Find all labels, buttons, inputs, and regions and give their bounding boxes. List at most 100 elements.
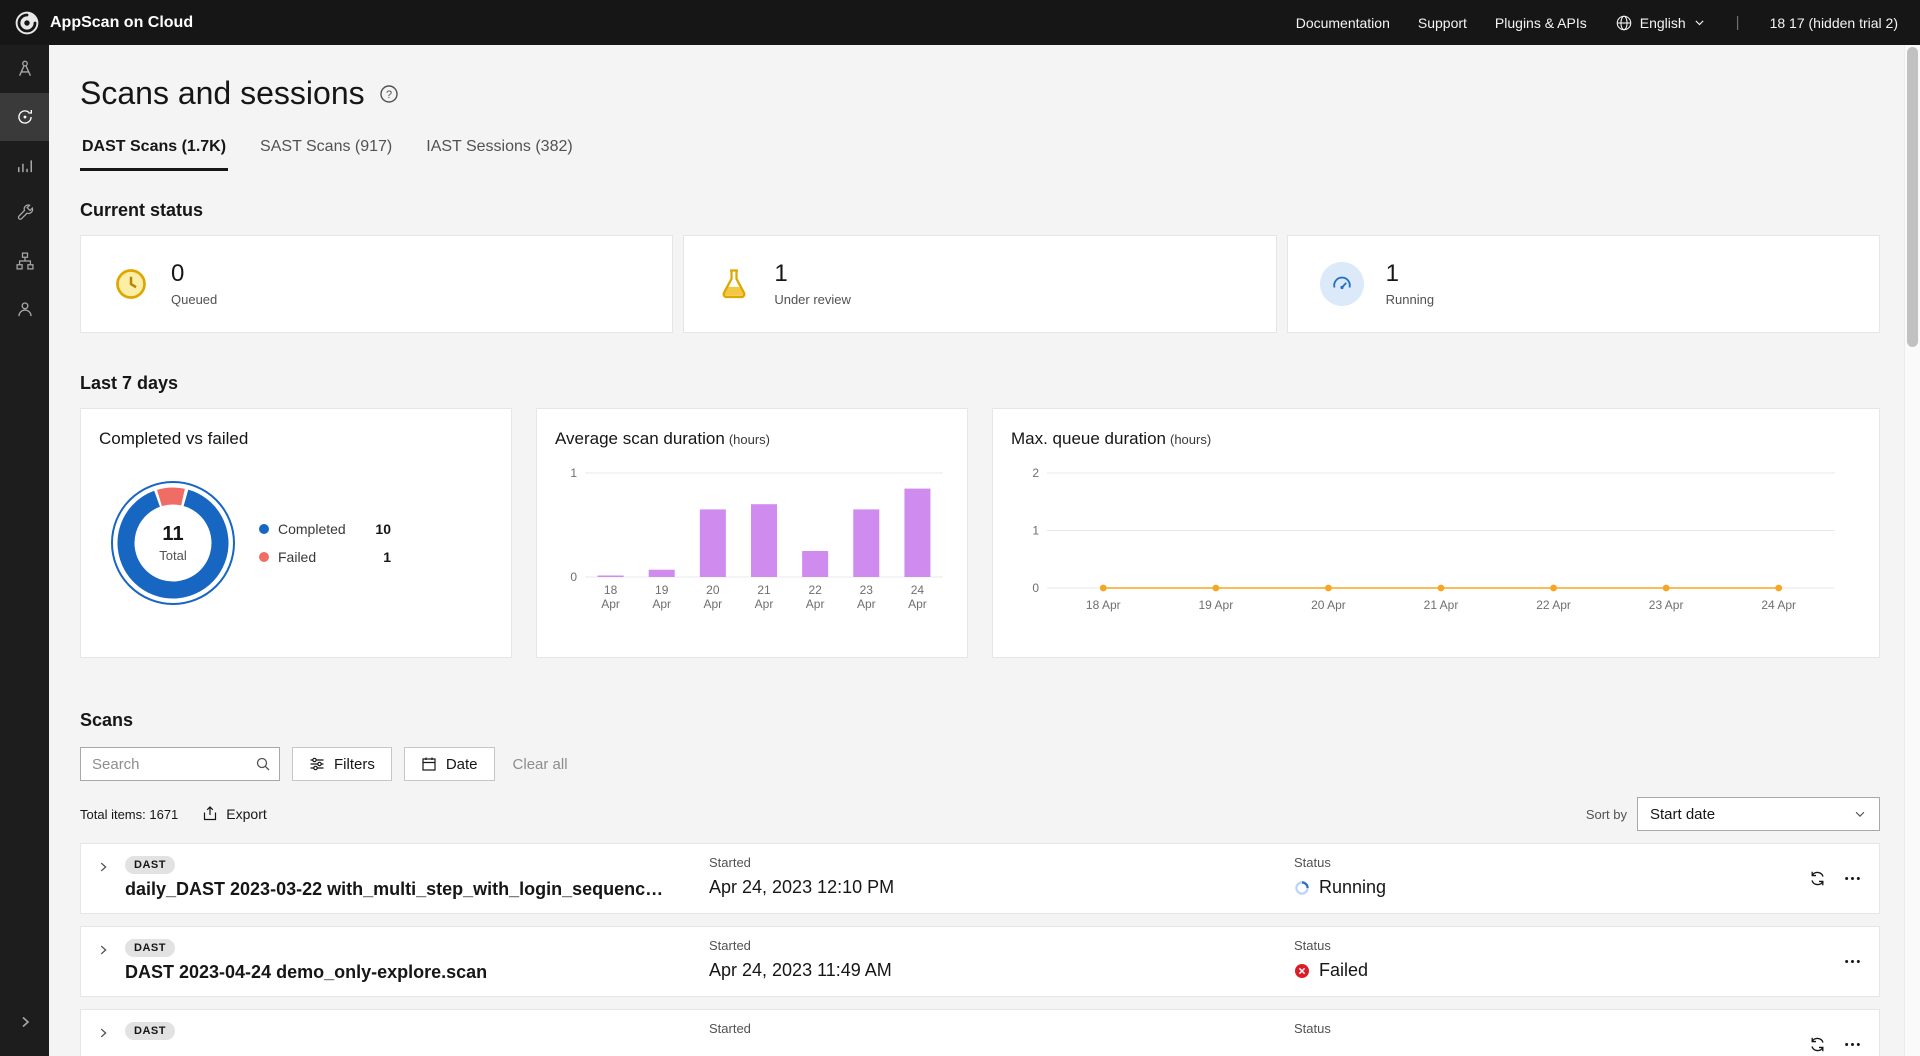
app-brand: AppScan on Cloud bbox=[14, 10, 193, 36]
scan-rows: DAST daily_DAST 2023-03-22 with_multi_st… bbox=[80, 843, 1880, 1056]
search-box bbox=[80, 747, 280, 781]
language-selector[interactable]: English bbox=[1615, 14, 1706, 32]
table-row[interactable]: DAST DAST 2023-04-24 demo_only-explore.s… bbox=[80, 926, 1880, 997]
scan-type-badge: DAST bbox=[125, 1022, 175, 1040]
nav-documentation[interactable]: Documentation bbox=[1296, 15, 1390, 31]
scans-meta-row: Total items: 1671 Export Sort by Start d… bbox=[80, 797, 1880, 831]
row-expand-chevron[interactable] bbox=[81, 1010, 125, 1056]
status-cell: Status bbox=[1294, 1010, 1783, 1056]
sidebar-item-reports[interactable] bbox=[0, 141, 49, 189]
scrollbar-thumb[interactable] bbox=[1907, 47, 1918, 347]
chevron-right-icon bbox=[17, 1014, 33, 1030]
bar-chart-title: Average scan duration(hours) bbox=[555, 429, 949, 449]
svg-text:0: 0 bbox=[1032, 581, 1039, 595]
scan-name[interactable]: DAST 2023-04-24 demo_only-explore.scan bbox=[125, 962, 685, 983]
tab-iast-sessions[interactable]: IAST Sessions (382) bbox=[424, 138, 574, 171]
svg-text:20 Apr: 20 Apr bbox=[1311, 598, 1346, 612]
svg-text:24: 24 bbox=[911, 583, 925, 597]
svg-text:23: 23 bbox=[860, 583, 874, 597]
globe-icon bbox=[1615, 14, 1633, 32]
scan-type-badge: DAST bbox=[125, 939, 175, 957]
avg-scan-duration-card: Average scan duration(hours) 0118Apr19Ap… bbox=[536, 408, 968, 658]
svg-text:0: 0 bbox=[570, 570, 577, 584]
rescan-button[interactable] bbox=[1809, 1036, 1826, 1053]
status-cell: Status Failed bbox=[1294, 927, 1783, 996]
app-title: AppScan on Cloud bbox=[50, 14, 193, 32]
svg-text:1: 1 bbox=[570, 466, 577, 480]
bar-chart-icon bbox=[15, 155, 35, 175]
vertical-scrollbar[interactable] bbox=[1904, 45, 1920, 1056]
last7days-cards: Completed vs failed 11 Total Completed 1… bbox=[80, 408, 1880, 658]
svg-text:?: ? bbox=[386, 89, 392, 101]
clear-all-link[interactable]: Clear all bbox=[513, 756, 568, 773]
under-review-count: 1 bbox=[774, 261, 851, 287]
help-icon[interactable]: ? bbox=[379, 84, 399, 104]
topbar: AppScan on Cloud Documentation Support P… bbox=[0, 0, 1920, 45]
row-overflow-menu-button[interactable] bbox=[1844, 953, 1861, 970]
running-spinner-icon bbox=[1294, 880, 1310, 896]
refresh-icon bbox=[1809, 870, 1826, 887]
rescan-button[interactable] bbox=[1809, 870, 1826, 887]
overflow-menu-icon bbox=[1844, 953, 1861, 970]
running-card: 1 Running bbox=[1287, 235, 1880, 333]
sidebar-item-profile[interactable] bbox=[0, 285, 49, 333]
started-cell: Started Apr 24, 2023 12:10 PM bbox=[709, 844, 1294, 913]
row-expand-chevron[interactable] bbox=[81, 844, 125, 913]
completed-failed-donut bbox=[93, 463, 253, 623]
max-queue-duration-card: Max. queue duration(hours) 01218 Apr19 A… bbox=[992, 408, 1880, 658]
row-overflow-menu-button[interactable] bbox=[1844, 1036, 1861, 1053]
calendar-icon bbox=[421, 756, 437, 772]
svg-text:Apr: Apr bbox=[755, 597, 774, 611]
overflow-menu-icon bbox=[1844, 870, 1861, 887]
completed-failed-donut-wrap: 11 Total bbox=[93, 463, 253, 623]
applications-icon bbox=[15, 59, 35, 79]
scan-name[interactable]: daily_DAST 2023-03-22 with_multi_step_wi… bbox=[125, 879, 685, 900]
tab-sast-scans[interactable]: SAST Scans (917) bbox=[258, 138, 394, 171]
sort-select-value: Start date bbox=[1650, 806, 1715, 823]
svg-text:2: 2 bbox=[1032, 466, 1039, 480]
svg-text:21: 21 bbox=[757, 583, 771, 597]
nav-support[interactable]: Support bbox=[1418, 15, 1467, 31]
row-actions bbox=[1783, 1010, 1879, 1056]
scan-type-badge: DAST bbox=[125, 856, 175, 874]
export-button[interactable]: Export bbox=[202, 806, 266, 822]
table-row[interactable]: DAST Started Status bbox=[80, 1009, 1880, 1056]
failed-dot bbox=[259, 552, 269, 562]
sidebar-item-scans[interactable] bbox=[0, 93, 49, 141]
page-title: Scans and sessions bbox=[80, 75, 365, 112]
row-expand-chevron[interactable] bbox=[81, 927, 125, 996]
donut-legend: Completed 10 Failed 1 bbox=[259, 521, 391, 565]
last7days-heading: Last 7 days bbox=[80, 373, 1880, 394]
scan-type-tabs: DAST Scans (1.7K) SAST Scans (917) IAST … bbox=[80, 138, 1880, 171]
table-row[interactable]: DAST daily_DAST 2023-03-22 with_multi_st… bbox=[80, 843, 1880, 914]
row-actions bbox=[1783, 844, 1879, 913]
row-actions bbox=[1783, 927, 1879, 996]
failed-icon bbox=[1294, 963, 1310, 979]
running-count: 1 bbox=[1386, 261, 1434, 287]
row-overflow-menu-button[interactable] bbox=[1844, 870, 1861, 887]
svg-text:Apr: Apr bbox=[857, 597, 876, 611]
wrench-icon bbox=[15, 203, 35, 223]
filters-button[interactable]: Filters bbox=[292, 747, 392, 781]
clock-icon bbox=[113, 266, 149, 302]
completed-dot bbox=[259, 524, 269, 534]
svg-text:18 Apr: 18 Apr bbox=[1086, 598, 1121, 612]
legend-item-completed: Completed 10 bbox=[259, 521, 391, 537]
sidebar-item-tools[interactable] bbox=[0, 189, 49, 237]
sidebar-item-organization[interactable] bbox=[0, 237, 49, 285]
search-input[interactable] bbox=[80, 747, 280, 781]
topbar-nav: Documentation Support Plugins & APIs Eng… bbox=[1296, 14, 1898, 32]
account-label[interactable]: 18 17 (hidden trial 2) bbox=[1770, 15, 1898, 31]
chevron-down-icon bbox=[1693, 16, 1706, 29]
sidebar-expand-button[interactable] bbox=[0, 998, 49, 1046]
nav-plugins-apis[interactable]: Plugins & APIs bbox=[1495, 15, 1587, 31]
sitemap-icon bbox=[15, 251, 35, 271]
sort-select[interactable]: Start date bbox=[1637, 797, 1880, 831]
svg-text:20: 20 bbox=[706, 583, 720, 597]
tab-dast-scans[interactable]: DAST Scans (1.7K) bbox=[80, 138, 228, 171]
sidebar-item-applications[interactable] bbox=[0, 45, 49, 93]
scan-name-cell: DAST bbox=[125, 1010, 709, 1056]
sidebar bbox=[0, 45, 49, 1056]
date-button[interactable]: Date bbox=[404, 747, 495, 781]
svg-text:22 Apr: 22 Apr bbox=[1536, 598, 1571, 612]
